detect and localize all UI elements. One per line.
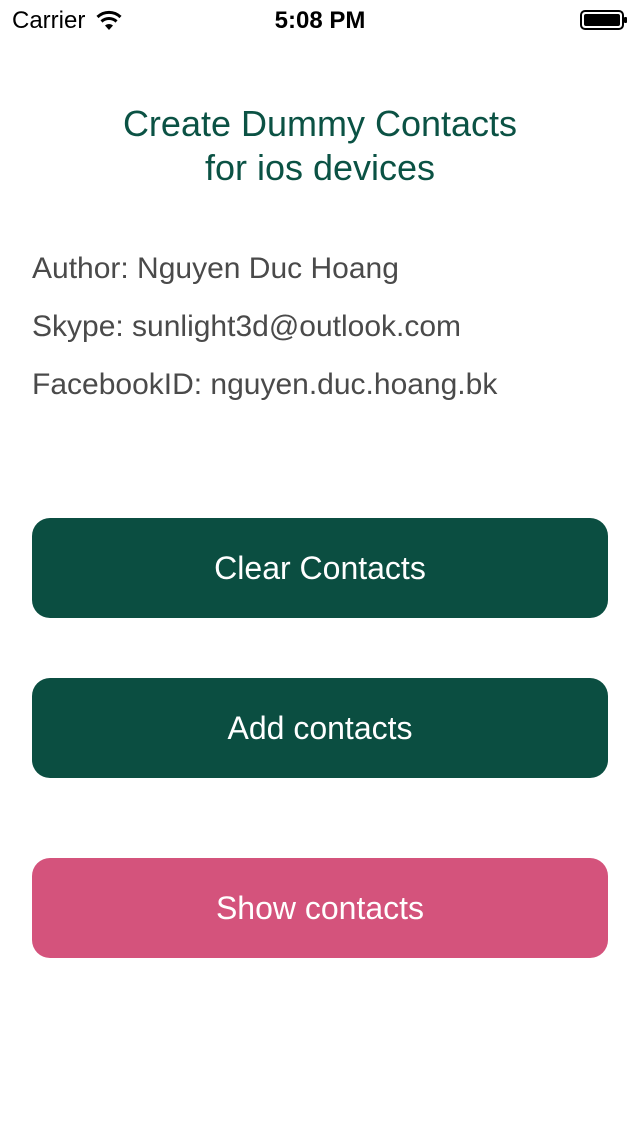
- title-line-2: for ios devices: [204, 147, 436, 188]
- title-line-1: Create Dummy Contacts: [122, 103, 518, 144]
- add-contacts-button[interactable]: Add contacts: [32, 678, 608, 778]
- facebook-label: FacebookID: nguyen.duc.hoang.bk: [32, 368, 498, 401]
- page-title: Create Dummy Contacts for ios devices: [0, 102, 640, 190]
- author-label: Author: Nguyen Duc Hoang: [32, 252, 399, 285]
- show-contacts-button[interactable]: Show contacts: [32, 858, 608, 958]
- skype-label: Skype: sunlight3d@outlook.com: [32, 310, 462, 343]
- battery-icon: [580, 10, 627, 30]
- status-bar: Carrier 5:08 PM: [0, 0, 640, 40]
- add-contacts-label: Add contacts: [227, 709, 413, 746]
- show-contacts-label: Show contacts: [215, 889, 425, 926]
- clear-contacts-label: Clear Contacts: [214, 549, 426, 586]
- status-time: 5:08 PM: [274, 7, 366, 34]
- author-info: Author: Nguyen Duc Hoang Skype: sunlight…: [32, 248, 497, 422]
- clear-contacts-button[interactable]: Clear Contacts: [32, 518, 608, 618]
